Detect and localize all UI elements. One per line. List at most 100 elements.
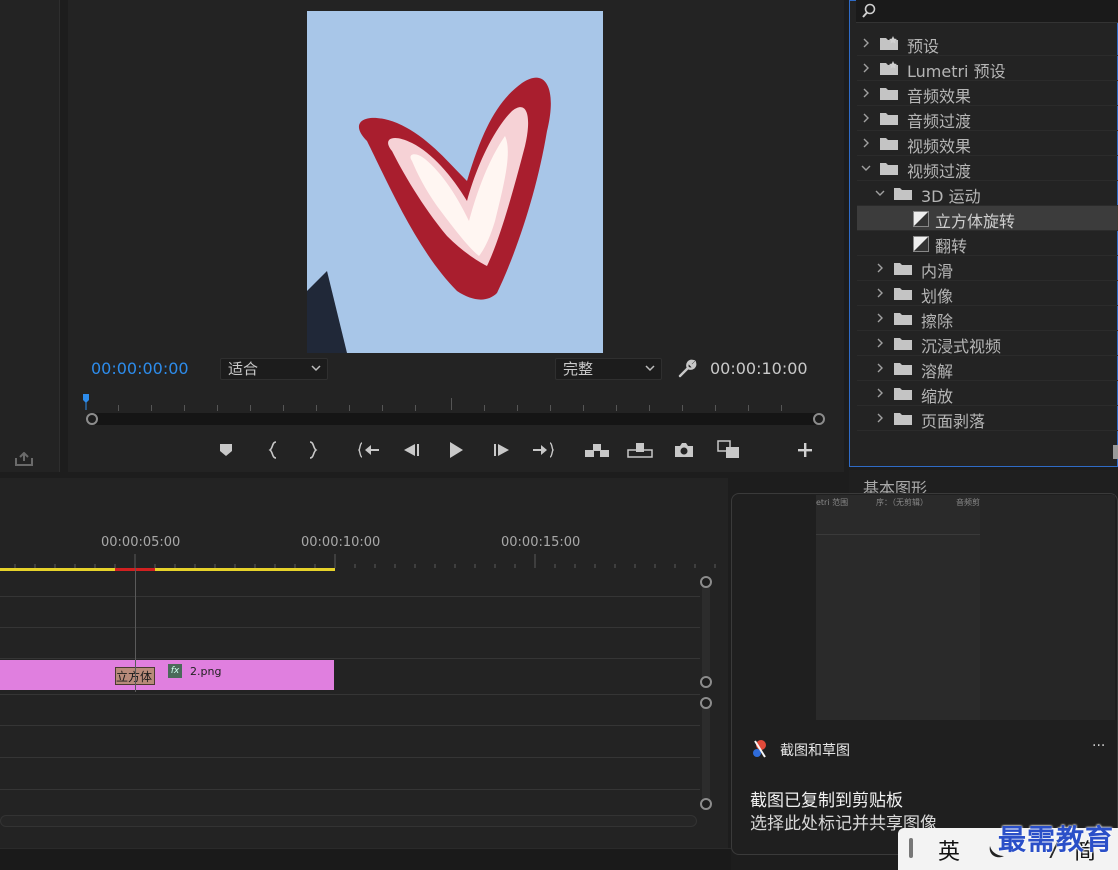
button-editor-button[interactable]	[794, 440, 816, 460]
tree-item-label: 音频效果	[907, 87, 972, 106]
chevron-down-icon[interactable]	[861, 163, 871, 173]
quality-dropdown[interactable]: 完整	[555, 358, 662, 380]
tree-item-label: 内滑	[921, 262, 954, 281]
ime-drag-handle[interactable]	[909, 838, 913, 858]
effects-tree-item[interactable]: 视频过渡	[857, 156, 1118, 181]
folder-icon	[894, 188, 912, 200]
ruler-tick	[250, 405, 251, 411]
chevron-right-icon[interactable]	[875, 338, 885, 348]
zoom-dropdown[interactable]: 适合	[220, 358, 328, 380]
export-frame-button[interactable]	[673, 440, 695, 460]
comparison-icon	[717, 440, 739, 458]
ruler-label: 00:00:15:00	[501, 535, 581, 550]
export-frame-icon[interactable]	[14, 452, 34, 466]
snipping-tool-icon	[753, 740, 766, 758]
more-options-button[interactable]: ···	[1092, 738, 1105, 754]
go-to-in-icon	[358, 442, 379, 458]
effects-tree-item[interactable]: 音频过渡	[857, 106, 1118, 131]
chevron-right-icon[interactable]	[861, 63, 871, 73]
chevron-down-icon[interactable]	[875, 188, 885, 198]
audio-tracks-scrollbar[interactable]	[702, 700, 710, 806]
panel-resize-handle[interactable]	[1113, 445, 1118, 459]
chevron-right-icon[interactable]	[875, 313, 885, 323]
preset-folder-icon	[880, 36, 898, 50]
play-button[interactable]	[445, 440, 467, 460]
ime-language-toggle[interactable]: 英	[938, 834, 960, 866]
zoom-scroll-bar[interactable]	[90, 413, 820, 425]
mark-in-button[interactable]	[262, 440, 284, 460]
add-marker-button[interactable]	[215, 440, 237, 460]
ruler-tick	[748, 405, 749, 411]
video-clip[interactable]	[0, 660, 334, 690]
chevron-right-icon[interactable]	[875, 388, 885, 398]
tree-item-label: Lumetri 预设	[907, 62, 1006, 81]
video-preview	[307, 11, 603, 353]
ruler-tick	[184, 405, 185, 411]
folder-icon	[894, 413, 912, 425]
camera-icon	[675, 443, 693, 457]
effects-tree-item[interactable]: 翻转	[857, 231, 1118, 256]
work-area-bar[interactable]	[0, 568, 335, 571]
ruler-tick	[349, 405, 350, 411]
marker-icon	[220, 444, 232, 456]
track-divider	[0, 694, 700, 695]
comparison-view-button[interactable]	[716, 440, 742, 460]
insert-button[interactable]	[584, 440, 610, 460]
toast-app-name: 截图和草图	[780, 743, 850, 759]
track-divider	[0, 658, 700, 659]
chevron-right-icon[interactable]	[861, 138, 871, 148]
scroll-handle-right[interactable]	[813, 413, 825, 425]
track-divider	[0, 757, 700, 758]
chevron-right-icon[interactable]	[875, 413, 885, 423]
effects-tree-item[interactable]: Lumetri 预设	[857, 56, 1118, 81]
step-forward-button[interactable]	[490, 440, 512, 460]
wrench-icon[interactable]	[677, 359, 697, 379]
effects-tree-item[interactable]: 内滑	[857, 256, 1118, 281]
effects-tree-item[interactable]: 立方体旋转	[857, 206, 1118, 231]
effects-tree-item[interactable]: 页面剥落	[857, 406, 1118, 431]
mark-out-button[interactable]	[302, 440, 324, 460]
timeline-horizontal-scrollbar[interactable]	[0, 815, 697, 827]
overwrite-button[interactable]	[627, 440, 653, 460]
chevron-right-icon[interactable]	[861, 38, 871, 48]
scroll-handle-top[interactable]	[700, 576, 712, 588]
effects-tree-item[interactable]: 划像	[857, 281, 1118, 306]
transition-effect-icon	[913, 236, 929, 252]
effects-tree-item[interactable]: 3D 运动	[857, 181, 1118, 206]
scroll-handle-left[interactable]	[86, 413, 98, 425]
effects-tree-item[interactable]: 预设	[857, 31, 1118, 56]
effects-search-input[interactable]	[856, 0, 1118, 23]
scroll-handle-bottom[interactable]	[700, 676, 712, 688]
tree-item-label: 划像	[921, 287, 954, 306]
track-divider	[0, 789, 700, 790]
playhead-line[interactable]	[135, 568, 136, 692]
video-tracks-scrollbar[interactable]	[702, 580, 710, 686]
effects-tree-item[interactable]: 视频效果	[857, 131, 1118, 156]
chevron-right-icon[interactable]	[861, 88, 871, 98]
preset-folder-icon	[880, 61, 898, 75]
go-to-in-button[interactable]	[358, 440, 380, 460]
playhead-handle[interactable]	[80, 392, 92, 410]
scroll-handle-top[interactable]	[700, 697, 712, 709]
scroll-handle-bottom[interactable]	[700, 798, 712, 810]
tree-item-label: 擦除	[921, 312, 954, 331]
chevron-right-icon[interactable]	[861, 113, 871, 123]
chevron-right-icon[interactable]	[875, 288, 885, 298]
folder-icon	[880, 88, 898, 100]
tree-item-label: 3D 运动	[921, 187, 981, 206]
step-back-button[interactable]	[401, 440, 423, 460]
chevron-right-icon[interactable]	[875, 363, 885, 373]
chevron-right-icon[interactable]	[875, 263, 885, 273]
go-to-out-button[interactable]	[532, 440, 554, 460]
fx-badge[interactable]: fx	[168, 664, 182, 678]
ruler-tick	[715, 405, 716, 411]
effects-tree-item[interactable]: 沉浸式视频	[857, 331, 1118, 356]
folder-icon	[880, 163, 898, 175]
current-timecode[interactable]: 00:00:00:00	[91, 359, 189, 378]
effects-tree-item[interactable]: 音频效果	[857, 81, 1118, 106]
effects-tree-item[interactable]: 缩放	[857, 381, 1118, 406]
go-to-out-icon	[533, 442, 554, 458]
effects-tree-item[interactable]: 溶解	[857, 356, 1118, 381]
effects-tree-item[interactable]: 擦除	[857, 306, 1118, 331]
folder-icon	[894, 288, 912, 300]
